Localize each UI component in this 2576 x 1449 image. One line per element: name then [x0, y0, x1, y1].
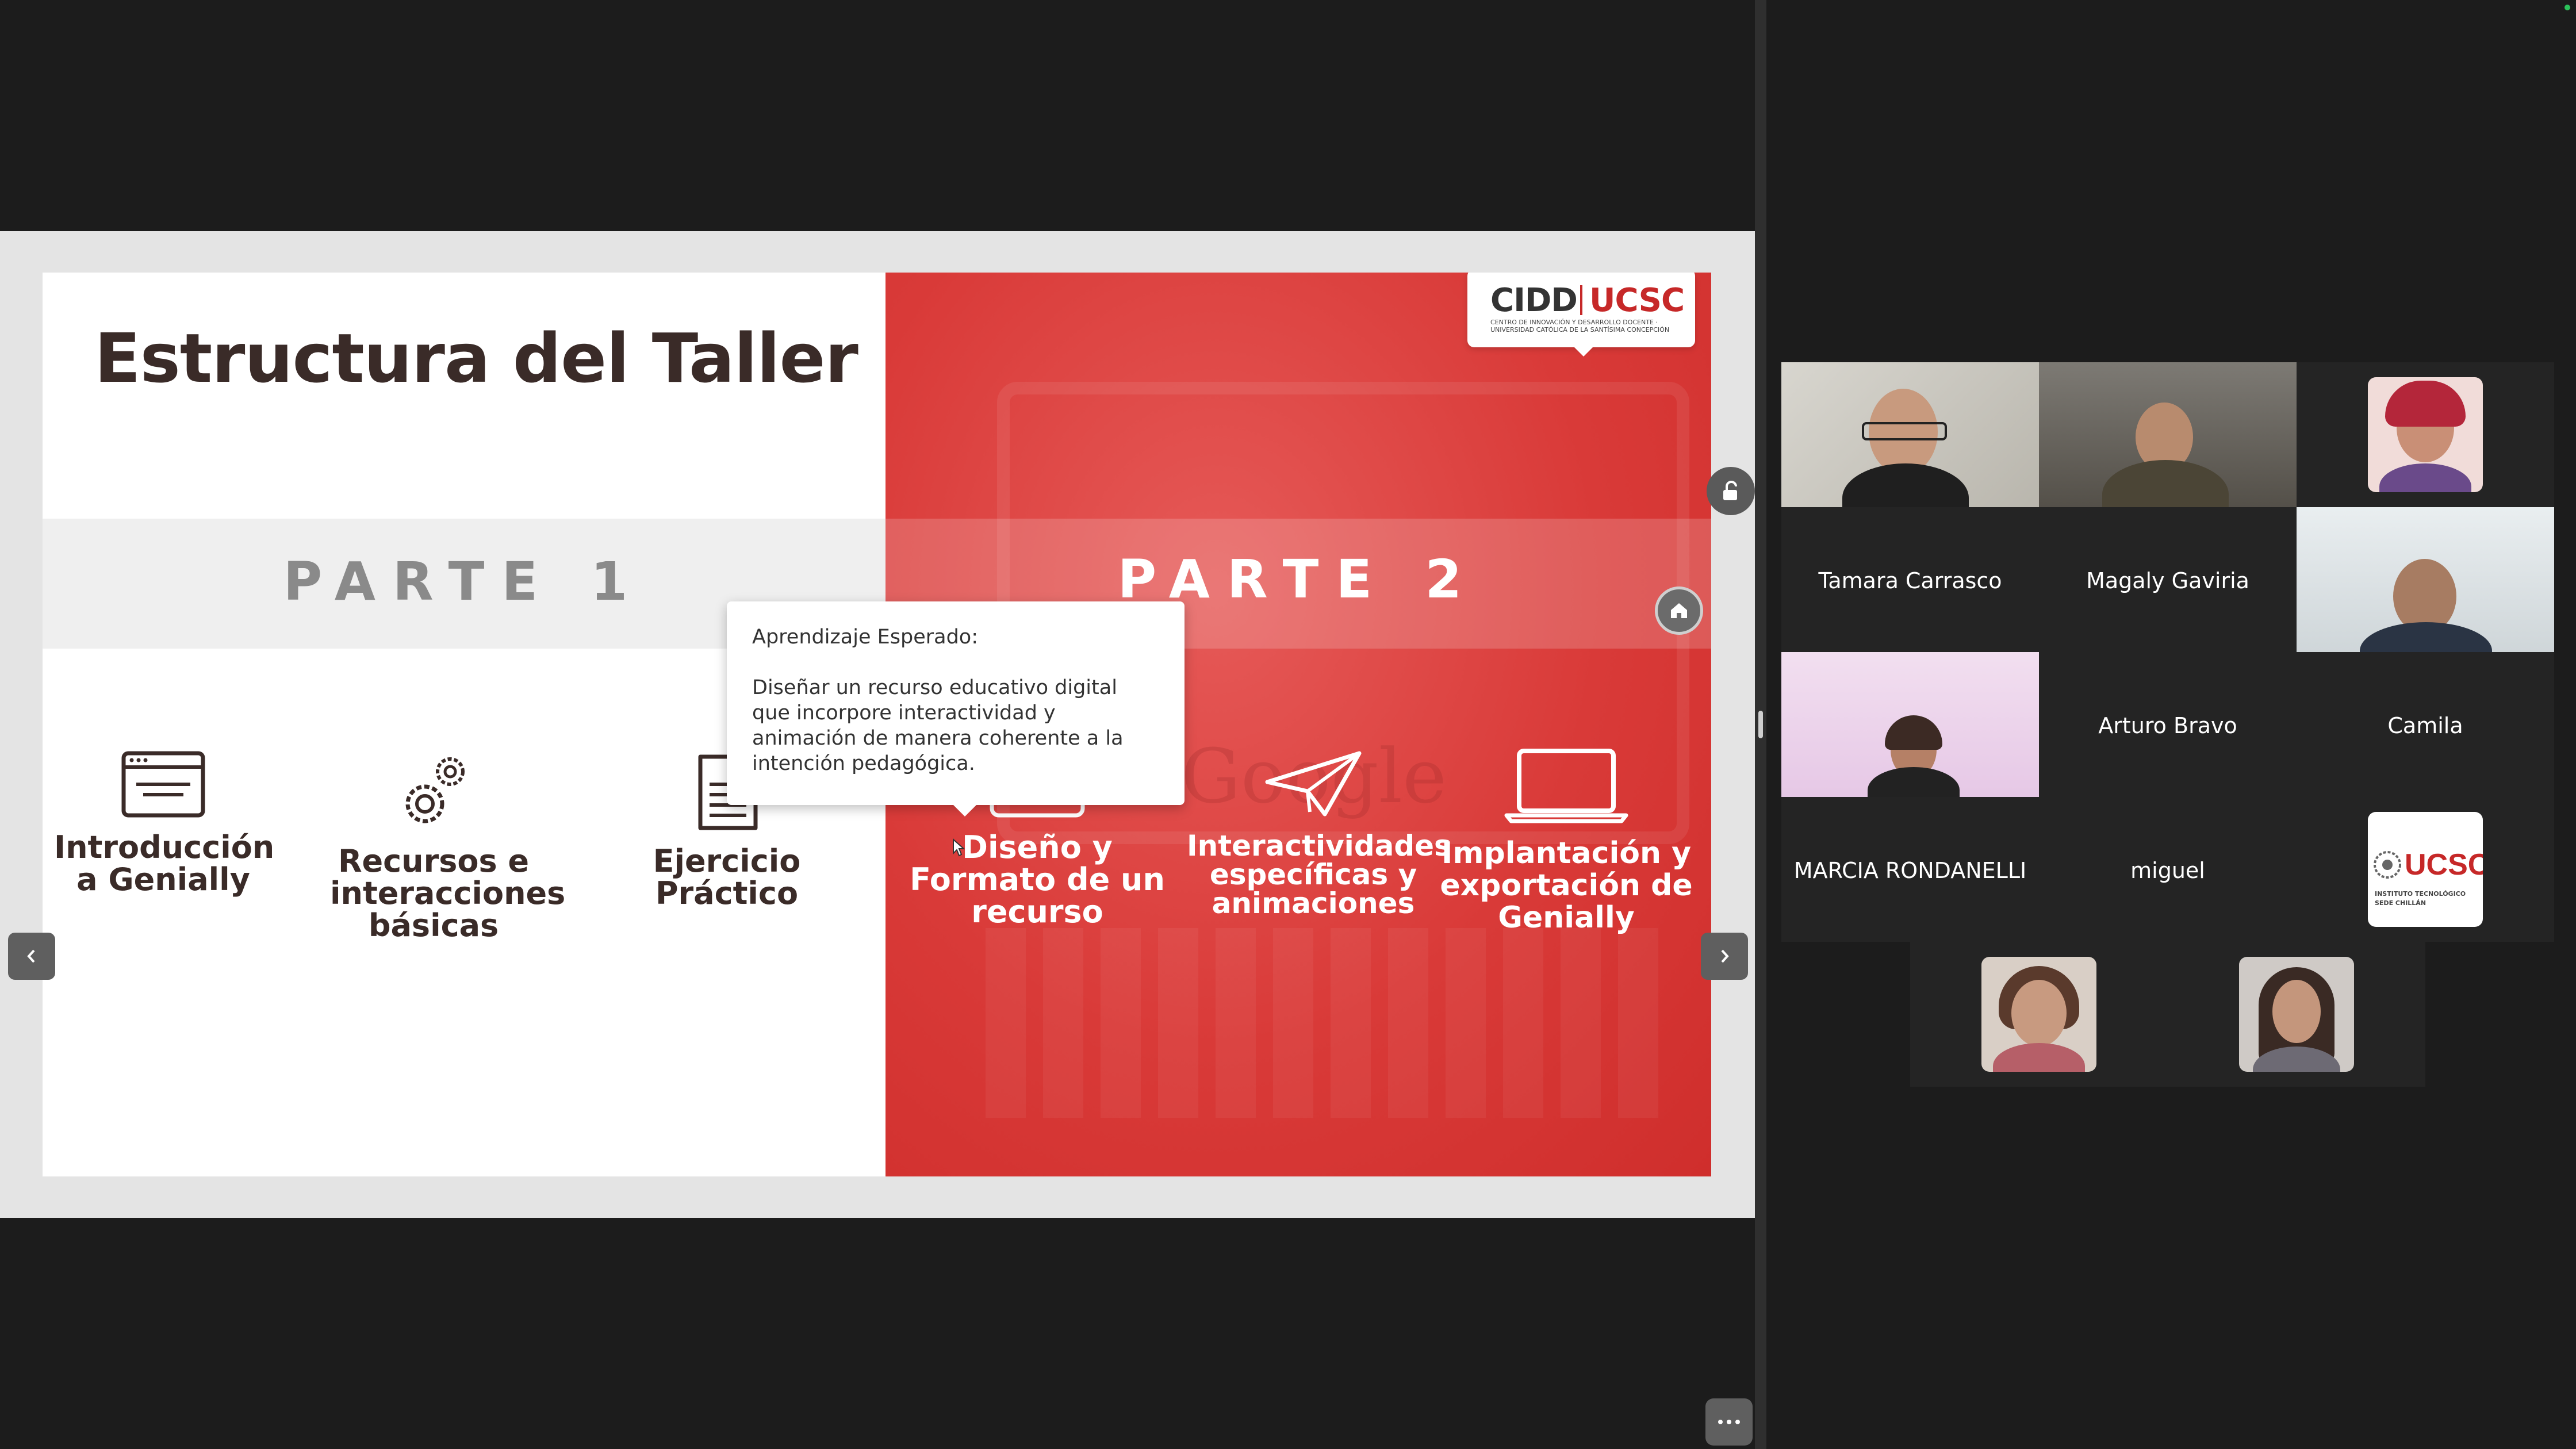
home-icon — [1671, 603, 1687, 618]
ucsc-badge-line2: SEDE CHILLÁN — [2375, 899, 2426, 907]
learning-outcome-tooltip: Aprendizaje Esperado: Diseñar un recurso… — [727, 601, 1184, 816]
slide-title: Estructura del Taller — [94, 319, 858, 398]
more-options-button[interactable] — [1705, 1398, 1753, 1446]
participant-tile[interactable] — [1781, 652, 2039, 797]
tooltip-body: Diseñar un recurso educativo digital que… — [752, 676, 1124, 775]
previous-slide-button[interactable] — [8, 933, 55, 980]
unlock-button[interactable] — [1707, 467, 1755, 515]
resize-handle[interactable] — [1758, 711, 1763, 738]
avatar — [2368, 377, 2483, 492]
participant-tile[interactable] — [1910, 942, 2168, 1087]
mouse-cursor-icon — [953, 838, 965, 857]
paper-plane-icon — [1265, 751, 1362, 816]
topic-label: Implantación y exportación de Genially — [1440, 836, 1693, 935]
topic-label: Recursos e interacciones básicas — [330, 843, 566, 944]
tooltip-heading: Aprendizaje Esperado: — [752, 626, 978, 649]
avatar — [1981, 957, 2096, 1072]
avatar — [2239, 957, 2354, 1072]
ucsc-badge-avatar: UCSC INSTITUTO TECNOLÓGICO SEDE CHILLÁN — [2368, 812, 2483, 927]
participant-name: Tamara Carrasco — [1818, 568, 2002, 593]
participant-tile[interactable] — [1781, 362, 2039, 507]
topic-implantacion[interactable]: Implantación y exportación de Genially — [1440, 747, 1693, 934]
ucsc-badge-line1: INSTITUTO TECNOLÓGICO — [2375, 890, 2466, 898]
ucsc-seal-icon — [2374, 851, 2401, 879]
background-keyboard-image — [986, 928, 1676, 1118]
participant-name: Camila — [2387, 713, 2463, 738]
topic-interactividades[interactable]: Interactividades específicas y animacion… — [1187, 747, 1451, 920]
chevron-right-icon — [1721, 949, 1729, 963]
participant-tile[interactable] — [2168, 942, 2425, 1087]
participant-tile[interactable]: Camila — [2297, 652, 2554, 797]
participant-gallery: Tamara Carrasco Magaly Gaviria Arturo Br… — [1766, 0, 2576, 1449]
chevron-left-icon — [27, 949, 35, 963]
more-dots-icon — [1718, 1420, 1740, 1424]
participant-tile[interactable]: MARCIA RONDANELLI — [1781, 797, 2039, 942]
presentation-frame: Google Estructura del Taller PARTE 1 PAR… — [0, 231, 1755, 1446]
topic-label: Introducción a Genially — [54, 829, 275, 898]
participant-name: MARCIA RONDANELLI — [1793, 858, 2027, 883]
topic-label: Diseño y Formato de un recurso — [910, 829, 1165, 930]
laptop-icon — [1504, 749, 1628, 823]
next-slide-button[interactable] — [1701, 933, 1748, 980]
ucsc-badge-name: UCSC — [2405, 848, 2483, 881]
participant-tile[interactable] — [2297, 507, 2554, 652]
shared-screen-area: Google Estructura del Taller PARTE 1 PAR… — [0, 0, 1755, 1449]
glasses — [1862, 422, 1947, 440]
part-2-heading: PARTE 2 — [1117, 549, 1479, 610]
lock-icon — [1723, 481, 1737, 500]
gears-icon — [405, 757, 465, 823]
status-indicator — [2564, 5, 2570, 10]
browser-window-icon — [121, 751, 205, 818]
participant-tile[interactable]: UCSC INSTITUTO TECNOLÓGICO SEDE CHILLÁN — [2297, 797, 2554, 942]
topic-label: Ejercicio Práctico — [653, 843, 801, 911]
topic-recursos[interactable]: Recursos e interacciones básicas — [330, 752, 566, 944]
participant-tile[interactable] — [2297, 362, 2554, 507]
home-button[interactable] — [1655, 586, 1703, 635]
participant-name: Arturo Bravo — [2098, 713, 2237, 738]
participant-name: miguel — [2130, 858, 2205, 883]
cidd-ucsc-logo: CIDD UCSC CENTRO DE INNOVACIÓN Y DESARRO… — [1467, 273, 1695, 356]
participant-tile[interactable]: Tamara Carrasco — [1781, 507, 2039, 652]
participant-tile[interactable]: miguel — [2039, 797, 2297, 942]
participant-tile[interactable] — [2039, 362, 2297, 507]
participant-name: Magaly Gaviria — [2086, 568, 2249, 593]
topic-intro-genially[interactable]: Introducción a Genially — [54, 750, 275, 898]
participant-tile[interactable]: Magaly Gaviria — [2039, 507, 2297, 652]
participant-tile[interactable]: Arturo Bravo — [2039, 652, 2297, 797]
topic-label: Interactividades específicas y animacion… — [1187, 829, 1451, 920]
